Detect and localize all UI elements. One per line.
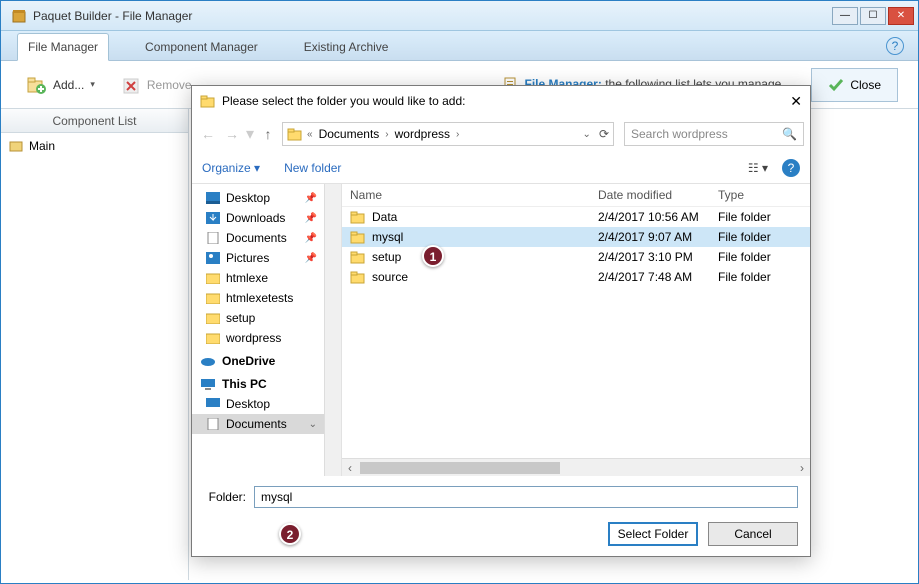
new-folder-button[interactable]: New folder [284,161,341,175]
component-list-panel: Main [1,133,189,580]
remove-button[interactable]: Remove [115,71,198,99]
window-minimize-button[interactable]: — [832,7,858,25]
component-item-label: Main [29,139,55,153]
tab-file-manager[interactable]: File Manager [17,33,109,61]
dialog-help-icon[interactable]: ? [782,159,800,177]
chevron-down-icon: ▾ [90,79,95,90]
dialog-title-text: Please select the folder you would like … [222,94,465,108]
box-icon [9,139,23,153]
check-icon [828,77,844,93]
horizontal-scrollbar[interactable]: ‹› [342,458,810,476]
folder-input[interactable] [254,486,798,508]
component-list-header: Component List [1,109,189,133]
tree-pictures[interactable]: Pictures📌 [192,248,341,268]
tree-thispc[interactable]: This PC [192,371,341,394]
main-tabbar: File Manager Component Manager Existing … [1,31,918,61]
organize-menu[interactable]: Organize ▾ [202,161,260,175]
tree-downloads[interactable]: Downloads📌 [192,208,341,228]
breadcrumb-wordpress[interactable]: wordpress [395,127,450,141]
tree-documents[interactable]: Documents📌 [192,228,341,248]
column-type[interactable]: Type [718,188,744,202]
dialog-close-button[interactable]: ✕ [790,93,802,110]
help-icon[interactable]: ? [886,37,904,55]
add-button[interactable]: Add... ▾ [21,71,101,99]
search-icon: 🔍 [782,127,797,141]
refresh-button[interactable]: ⟳ [599,127,609,141]
window-titlebar: Paquet Builder - File Manager — ☐ ✕ [1,1,918,31]
folder-icon [287,127,303,141]
remove-label: Remove [147,78,192,92]
nav-up-button[interactable]: ↑ [258,126,278,142]
tree-pc-documents[interactable]: Documents⌄ [192,414,341,434]
tree-setup[interactable]: setup [192,308,341,328]
nav-forward-button[interactable]: → [222,126,242,142]
component-item-main[interactable]: Main [5,137,184,155]
address-bar[interactable]: « Documents › wordpress › ⌄ ⟳ [282,122,614,146]
window-maximize-button[interactable]: ☐ [860,7,886,25]
folder-row-data[interactable]: Data2/4/2017 10:56 AMFile folder [342,207,810,227]
folder-row-source[interactable]: source2/4/2017 7:48 AMFile folder [342,267,810,287]
folder-label: Folder: [204,490,246,504]
callout-2: 2 [279,523,301,545]
chevron-down-icon[interactable]: ⌄ [583,129,591,140]
tree-htmlexe[interactable]: htmlexe [192,268,341,288]
window-title: Paquet Builder - File Manager [33,9,192,23]
close-button[interactable]: Close [811,68,898,102]
folder-icon [200,93,216,109]
tree-desktop[interactable]: Desktop📌 [192,188,341,208]
tree-wordpress[interactable]: wordpress [192,328,341,348]
search-input[interactable]: Search wordpress 🔍 [624,122,804,146]
column-name[interactable]: Name [350,188,598,202]
breadcrumb-documents[interactable]: Documents [319,127,380,141]
folder-picker-dialog: Please select the folder you would like … [191,85,811,557]
close-label: Close [850,78,881,92]
tab-existing-archive[interactable]: Existing Archive [294,34,399,60]
folder-list: Name Date modified Type Data2/4/2017 10:… [342,184,810,476]
callout-1: 1 [422,245,444,267]
remove-icon [121,75,141,95]
cancel-button[interactable]: Cancel [708,522,798,546]
window-close-button[interactable]: ✕ [888,7,914,25]
column-date[interactable]: Date modified [598,188,718,202]
nav-back-button[interactable]: ← [198,126,218,142]
add-label: Add... [53,78,84,92]
view-options-button[interactable]: ☷ ▾ [748,161,768,175]
folder-row-mysql[interactable]: mysql2/4/2017 9:07 AMFile folder [342,227,810,247]
tab-component-manager[interactable]: Component Manager [135,34,268,60]
tree-htmlexetests[interactable]: htmlexetests [192,288,341,308]
select-folder-button[interactable]: Select Folder [608,522,698,546]
search-placeholder: Search wordpress [631,127,728,141]
navigation-tree: Desktop📌 Downloads📌 Documents📌 Pictures📌… [192,184,342,476]
app-icon [11,8,27,24]
folder-row-setup[interactable]: setup2/4/2017 3:10 PMFile folder [342,247,810,267]
add-icon [27,75,47,95]
tree-pc-desktop[interactable]: Desktop [192,394,341,414]
tree-onedrive[interactable]: OneDrive [192,348,341,371]
